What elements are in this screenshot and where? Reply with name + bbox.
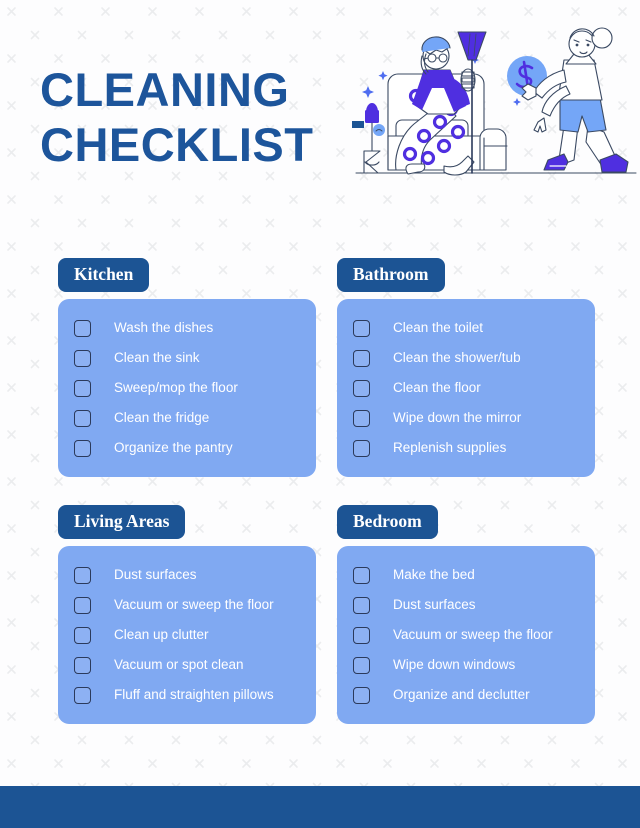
checkbox-icon[interactable]: [353, 319, 370, 337]
checkbox-icon[interactable]: [353, 626, 370, 644]
list-item-label: Clean up clutter: [114, 627, 209, 642]
footer-bar: [0, 786, 640, 828]
list-item-label: Wipe down windows: [393, 657, 516, 672]
list-item[interactable]: Vacuum or sweep the floor: [353, 620, 581, 650]
checkbox-icon[interactable]: [353, 439, 370, 457]
checkbox-icon[interactable]: [74, 409, 91, 427]
list-item-label: Dust surfaces: [393, 597, 476, 612]
list-item[interactable]: Wipe down windows: [353, 650, 581, 680]
list-item[interactable]: Fluff and straighten pillows: [74, 680, 302, 710]
list-item-label: Clean the toilet: [393, 320, 484, 335]
section-bathroom: Bathroom Clean the toilet Clean the show…: [337, 258, 595, 477]
list-item-label: Sweep/mop the floor: [114, 380, 238, 395]
section-living-areas: Living Areas Dust surfaces Vacuum or swe…: [58, 505, 316, 724]
page-title: CLEANING CHECKLIST: [40, 62, 380, 172]
section-card-bathroom: Clean the toilet Clean the shower/tub Cl…: [337, 299, 595, 477]
list-item[interactable]: Clean the sink: [74, 343, 302, 373]
list-item-label: Replenish supplies: [393, 440, 507, 455]
list-item-label: Wash the dishes: [114, 320, 214, 335]
list-item-label: Vacuum or sweep the floor: [393, 627, 553, 642]
checkbox-icon[interactable]: [353, 409, 370, 427]
list-item[interactable]: Dust surfaces: [353, 590, 581, 620]
checkbox-icon[interactable]: [74, 349, 91, 367]
list-item[interactable]: Vacuum or spot clean: [74, 650, 302, 680]
checkbox-icon[interactable]: [74, 686, 91, 704]
list-item[interactable]: Clean the floor: [353, 373, 581, 403]
page-title-line-1: CLEANING: [40, 63, 290, 116]
header: CLEANING CHECKLIST: [0, 0, 640, 200]
list-item-label: Organize and declutter: [393, 687, 530, 702]
list-item[interactable]: Sweep/mop the floor: [74, 373, 302, 403]
list-item[interactable]: Vacuum or sweep the floor: [74, 590, 302, 620]
list-item-label: Wipe down the mirror: [393, 410, 522, 425]
checklist-sections: Kitchen Wash the dishes Clean the sink S…: [0, 250, 640, 730]
list-item[interactable]: Wipe down the mirror: [353, 403, 581, 433]
list-item[interactable]: Clean up clutter: [74, 620, 302, 650]
checkbox-icon[interactable]: [353, 656, 370, 674]
section-kitchen: Kitchen Wash the dishes Clean the sink S…: [58, 258, 316, 477]
checkbox-icon[interactable]: [74, 566, 91, 584]
checkbox-icon[interactable]: [74, 656, 91, 674]
section-card-living-areas: Dust surfaces Vacuum or sweep the floor …: [58, 546, 316, 724]
list-item[interactable]: Organize the pantry: [74, 433, 302, 463]
list-item[interactable]: Clean the toilet: [353, 313, 581, 343]
section-title-kitchen: Kitchen: [58, 258, 150, 292]
section-card-kitchen: Wash the dishes Clean the sink Sweep/mop…: [58, 299, 316, 477]
list-item-label: Dust surfaces: [114, 567, 197, 582]
list-item[interactable]: Replenish supplies: [353, 433, 581, 463]
list-item[interactable]: Wash the dishes: [74, 313, 302, 343]
list-item[interactable]: Dust surfaces: [74, 560, 302, 590]
list-item[interactable]: Clean the shower/tub: [353, 343, 581, 373]
cleaning-people-illustration: [352, 27, 637, 176]
list-item-label: Clean the shower/tub: [393, 350, 521, 365]
list-item[interactable]: Clean the fridge: [74, 403, 302, 433]
page-title-line-2: CHECKLIST: [40, 118, 314, 171]
list-item[interactable]: Make the bed: [353, 560, 581, 590]
list-item-label: Vacuum or spot clean: [114, 657, 244, 672]
list-item-label: Organize the pantry: [114, 440, 233, 455]
checkbox-icon[interactable]: [353, 596, 370, 614]
list-item[interactable]: Organize and declutter: [353, 680, 581, 710]
checkbox-icon[interactable]: [74, 626, 91, 644]
section-title-living-areas: Living Areas: [58, 505, 186, 539]
list-item-label: Fluff and straighten pillows: [114, 687, 274, 702]
list-item-label: Clean the floor: [393, 380, 481, 395]
list-item-label: Make the bed: [393, 567, 475, 582]
checkbox-icon[interactable]: [353, 686, 370, 704]
list-item-label: Clean the fridge: [114, 410, 210, 425]
section-title-bedroom: Bedroom: [337, 505, 438, 539]
checkbox-icon[interactable]: [74, 439, 91, 457]
list-item-label: Vacuum or sweep the floor: [114, 597, 274, 612]
checkbox-icon[interactable]: [74, 319, 91, 337]
checkbox-icon[interactable]: [74, 379, 91, 397]
section-card-bedroom: Make the bed Dust surfaces Vacuum or swe…: [337, 546, 595, 724]
list-item-label: Clean the sink: [114, 350, 200, 365]
checkbox-icon[interactable]: [74, 596, 91, 614]
section-title-bathroom: Bathroom: [337, 258, 445, 292]
section-bedroom: Bedroom Make the bed Dust surfaces Vacuu…: [337, 505, 595, 724]
checkbox-icon[interactable]: [353, 379, 370, 397]
checkbox-icon[interactable]: [353, 349, 370, 367]
checkbox-icon[interactable]: [353, 566, 370, 584]
